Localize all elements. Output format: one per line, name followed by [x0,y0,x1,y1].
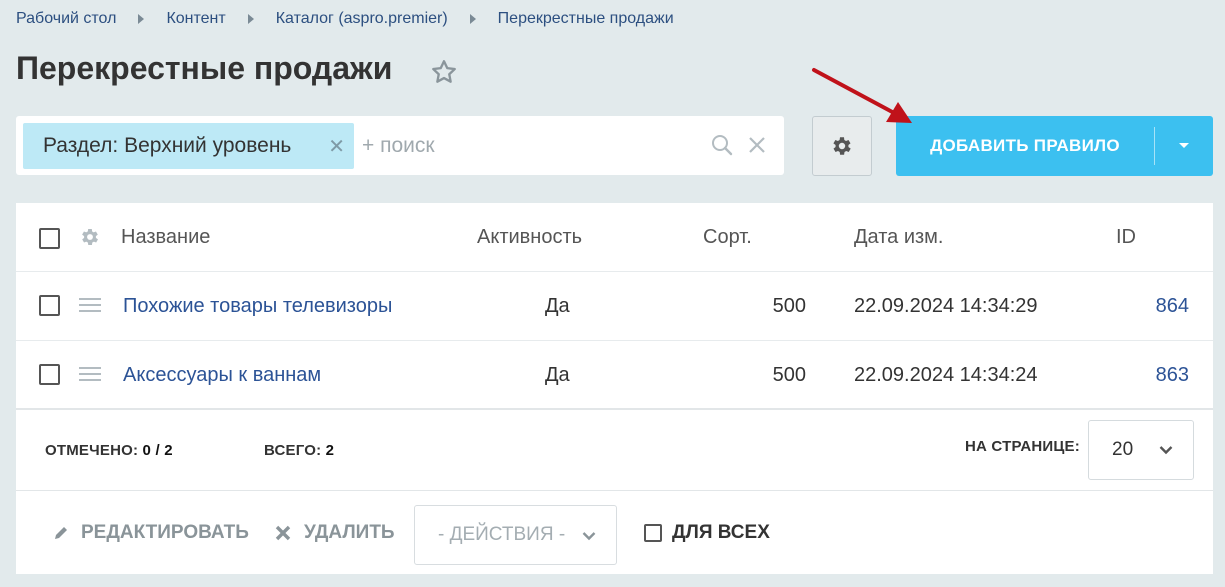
breadcrumb-item-current[interactable]: Перекрестные продажи [498,10,674,28]
breadcrumb-separator-icon [247,14,254,24]
actions-select-value: - ДЕЙСТВИЯ - [438,524,566,545]
filter-tag[interactable]: Раздел: Верхний уровень ✕ [23,123,354,169]
annotation-arrow-icon [812,68,912,123]
drag-handle-icon[interactable] [79,366,101,382]
search-input[interactable] [362,130,692,162]
breadcrumb-item-content[interactable]: Контент [166,10,225,28]
per-page-select[interactable]: 20 [1088,420,1194,480]
add-rule-button-label: ДОБАВИТЬ ПРАВИЛО [930,136,1120,155]
close-icon[interactable]: ✕ [328,134,345,159]
selected-counter-value: 0 / 2 [142,442,173,459]
add-rule-button[interactable]: ДОБАВИТЬ ПРАВИЛО [896,116,1213,176]
row-id-link[interactable]: 863 [1136,341,1189,410]
row-active: Да [545,295,570,317]
column-header-date[interactable]: Дата изм. [854,203,944,272]
table-header-row: Название Активность Сорт. Дата изм. ID [16,203,1213,272]
star-icon[interactable] [430,58,458,86]
search-icon[interactable] [710,133,734,157]
selected-counter-label: ОТМЕЧЕНО: [45,442,139,459]
group-actions-bar: РЕДАКТИРОВАТЬ УДАЛИТЬ - ДЕЙСТВИЯ - ДЛЯ В… [16,490,1213,574]
chevron-down-icon [582,532,596,541]
row-date: 22.09.2024 14:34:29 [854,295,1038,317]
per-page-value: 20 [1112,439,1134,460]
filter-tag-label: Раздел: Верхний уровень [43,134,292,157]
breadcrumb: Рабочий стол Контент Каталог (aspro.prem… [16,9,674,29]
gear-icon[interactable] [79,226,101,248]
row-checkbox[interactable] [39,295,60,316]
for-all-checkbox[interactable] [644,524,662,542]
breadcrumb-item-catalog[interactable]: Каталог (aspro.premier) [276,10,448,28]
breadcrumb-separator-icon [138,14,145,24]
column-header-id[interactable]: ID [1116,203,1136,272]
filter-search-box[interactable]: Раздел: Верхний уровень ✕ [16,116,784,175]
gear-icon [833,137,851,155]
add-rule-dropdown-toggle[interactable] [1155,142,1213,150]
edit-button[interactable]: РЕДАКТИРОВАТЬ [53,491,249,575]
chevron-down-icon [1179,143,1189,148]
per-page-label: НА СТРАНИЦЕ: [965,438,1080,455]
for-all-label: ДЛЯ ВСЕХ [672,522,770,543]
selected-counter: ОТМЕЧЕНО: 0 / 2 [45,442,173,459]
total-counter: ВСЕГО: 2 [264,442,334,459]
row-active: Да [545,364,570,386]
column-header-name[interactable]: Название [121,203,210,272]
edit-button-label: РЕДАКТИРОВАТЬ [81,522,249,543]
column-header-active[interactable]: Активность [477,203,582,272]
row-name-link[interactable]: Похожие товары телевизоры [123,272,392,341]
total-counter-label: ВСЕГО: [264,442,322,459]
table-row[interactable]: Аксессуары к ваннам Да 500 22.09.2024 14… [16,341,1213,410]
breadcrumb-separator-icon [469,14,476,24]
row-date: 22.09.2024 14:34:24 [854,364,1038,386]
table-row[interactable]: Похожие товары телевизоры Да 500 22.09.2… [16,272,1213,341]
select-all-checkbox[interactable] [39,228,60,249]
row-sort: 500 [772,295,806,317]
pencil-icon [55,527,67,539]
row-id-link[interactable]: 864 [1136,272,1189,341]
total-counter-value: 2 [325,442,335,459]
drag-handle-icon[interactable] [79,297,101,313]
breadcrumb-item-desktop[interactable]: Рабочий стол [16,10,116,28]
for-all-option[interactable]: ДЛЯ ВСЕХ [644,491,770,575]
delete-button[interactable]: УДАЛИТЬ [274,491,395,575]
column-header-sort[interactable]: Сорт. [703,203,752,272]
clear-icon[interactable] [747,135,767,155]
chevron-down-icon [1159,446,1173,455]
row-name-link[interactable]: Аксессуары к ваннам [123,341,321,410]
rules-table: Название Активность Сорт. Дата изм. ID П… [16,203,1213,574]
delete-button-label: УДАЛИТЬ [304,522,395,543]
delete-icon [275,525,291,541]
actions-select[interactable]: - ДЕЙСТВИЯ - [414,505,617,565]
row-sort: 500 [772,364,806,386]
row-checkbox[interactable] [39,364,60,385]
page-title: Перекрестные продажи [16,50,393,86]
